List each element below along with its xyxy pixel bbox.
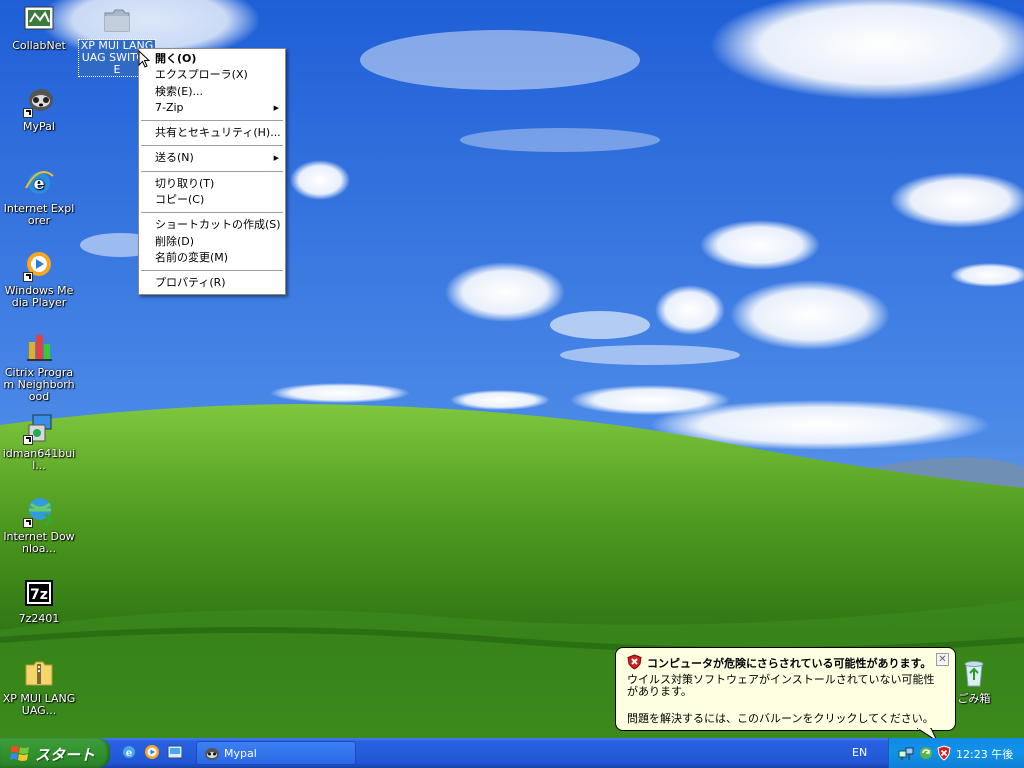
shortcut-arrow-icon bbox=[23, 435, 33, 445]
menu-item-7zip[interactable]: 7-Zip ▶ bbox=[139, 100, 285, 116]
desktop-icon-idman[interactable]: idman641buil... bbox=[1, 413, 77, 472]
desktop-icon-xp-mui-language-zip[interactable]: XP MUI LANGUAG... bbox=[1, 658, 77, 717]
menu-item-label: 7-Zip bbox=[155, 100, 184, 114]
folder-icon bbox=[101, 5, 133, 37]
quicklaunch-media-player-icon[interactable] bbox=[144, 744, 160, 760]
context-menu: 開く(O) エクスプローラ(X) 検索(E)... 7-Zip ▶ 共有とセキュリ… bbox=[138, 48, 286, 295]
desktop-icon-internet-explorer[interactable]: e Internet Explorer bbox=[1, 168, 77, 227]
shortcut-arrow-icon bbox=[23, 272, 33, 282]
zip-folder-icon bbox=[23, 658, 55, 690]
mypal-icon bbox=[23, 86, 55, 118]
desktop-icon-citrix[interactable]: Citrix Program Neighborhood bbox=[1, 332, 77, 403]
menu-item-label: 検索(E)... bbox=[155, 84, 204, 98]
security-balloon[interactable]: コンピュータが危険にさらされている可能性があります。 ✕ ウイルス対策ソフトウェ… bbox=[615, 647, 956, 742]
desktop-icon-label: idman641buil... bbox=[2, 447, 76, 472]
start-button[interactable]: スタート bbox=[0, 738, 110, 768]
balloon-message: ウイルス対策ソフトウェアがインストールされていない可能性があります。 bbox=[627, 673, 935, 698]
security-shield-icon bbox=[627, 654, 642, 673]
shortcut-arrow-icon bbox=[23, 518, 33, 528]
quicklaunch-show-desktop-icon[interactable] bbox=[167, 744, 183, 760]
internet-explorer-icon: e bbox=[23, 168, 55, 200]
download-manager-globe-icon bbox=[23, 496, 55, 528]
balloon-close-button[interactable]: ✕ bbox=[936, 653, 949, 666]
menu-item-send-to[interactable]: 送る(N) ▶ bbox=[139, 150, 285, 166]
menu-item-explore[interactable]: エクスプローラ(X) bbox=[139, 67, 285, 83]
desktop-icon-internet-download-manager[interactable]: Internet Downloa... bbox=[1, 496, 77, 555]
security-alert-tray-icon[interactable] bbox=[936, 745, 952, 761]
submenu-arrow-icon: ▶ bbox=[273, 103, 279, 112]
mouse-cursor-icon bbox=[138, 49, 151, 72]
menu-item-label: 共有とセキュリティ(H)... bbox=[155, 126, 281, 140]
menu-separator bbox=[141, 170, 283, 172]
system-clock[interactable]: 12:23 午後 bbox=[956, 746, 1013, 762]
menu-separator bbox=[141, 212, 283, 214]
desktop-icon-label: Internet Explorer bbox=[3, 202, 75, 227]
menu-item-label: 切り取り(T) bbox=[155, 176, 215, 190]
taskbar-button-mypal[interactable]: Mypal bbox=[196, 741, 356, 765]
mypal-icon bbox=[204, 746, 220, 765]
desktop-icon-7z2401[interactable]: 7z 7z2401 bbox=[1, 578, 77, 625]
desktop-icon-label: MyPal bbox=[23, 120, 55, 133]
menu-separator bbox=[141, 145, 283, 147]
svg-text:7z: 7z bbox=[30, 587, 48, 603]
desktop-icon-label: Windows Media Player bbox=[4, 284, 74, 309]
start-button-label: スタート bbox=[35, 746, 96, 764]
collabnet-icon bbox=[23, 5, 55, 37]
menu-item-search[interactable]: 検索(E)... bbox=[139, 84, 285, 100]
menu-item-label: 削除(D) bbox=[155, 234, 195, 248]
desktop-icon-collabnet[interactable]: CollabNet bbox=[1, 5, 77, 52]
menu-separator bbox=[141, 120, 283, 122]
svg-text:e: e bbox=[126, 748, 132, 759]
desktop-icon-windows-media-player[interactable]: Windows Media Player bbox=[1, 250, 77, 309]
desktop-icon-mypal[interactable]: MyPal bbox=[1, 86, 77, 133]
shortcut-arrow-icon bbox=[23, 108, 33, 118]
installer-icon bbox=[23, 413, 55, 445]
windows-flag-icon bbox=[10, 744, 30, 766]
menu-item-label: コピー(C) bbox=[155, 193, 205, 207]
update-tray-icon[interactable] bbox=[918, 745, 934, 761]
menu-item-label: 送る(N) bbox=[155, 151, 194, 165]
submenu-arrow-icon: ▶ bbox=[273, 154, 279, 163]
language-indicator[interactable]: EN bbox=[852, 746, 867, 759]
menu-item-label: ショートカットの作成(S) bbox=[155, 218, 281, 232]
media-player-icon bbox=[23, 250, 55, 282]
menu-separator bbox=[141, 270, 283, 272]
taskbar-button-label: Mypal bbox=[224, 747, 257, 760]
menu-item-properties[interactable]: プロパティ(R) bbox=[139, 275, 285, 291]
network-tray-icon[interactable] bbox=[898, 745, 914, 761]
desktop-icon-label: CollabNet bbox=[12, 39, 66, 52]
system-tray: 12:23 午後 bbox=[888, 738, 1024, 768]
balloon-action-text: 問題を解決するには、このバルーンをクリックしてください。 bbox=[627, 712, 934, 725]
menu-item-delete[interactable]: 削除(D) bbox=[139, 234, 285, 250]
desktop-icon-label: Internet Downloa... bbox=[3, 530, 75, 555]
menu-item-label: プロパティ(R) bbox=[155, 276, 226, 290]
desktop-icon-label: 7z2401 bbox=[18, 612, 60, 625]
desktop-icon-label: Citrix Program Neighborhood bbox=[3, 366, 75, 403]
svg-text:e: e bbox=[34, 174, 45, 194]
menu-item-create-shortcut[interactable]: ショートカットの作成(S) bbox=[139, 217, 285, 233]
seven-zip-icon: 7z bbox=[23, 578, 55, 610]
citrix-buildings-icon bbox=[23, 332, 55, 364]
menu-item-rename[interactable]: 名前の変更(M) bbox=[139, 250, 285, 266]
menu-item-copy[interactable]: コピー(C) bbox=[139, 192, 285, 208]
menu-item-open[interactable]: 開く(O) bbox=[139, 51, 285, 67]
menu-item-cut[interactable]: 切り取り(T) bbox=[139, 176, 285, 192]
quicklaunch-internet-explorer-icon[interactable]: e bbox=[121, 744, 137, 760]
menu-item-sharing-security[interactable]: 共有とセキュリティ(H)... bbox=[139, 125, 285, 141]
recycle-bin-icon bbox=[958, 658, 990, 690]
balloon-title: コンピュータが危険にさらされている可能性があります。 bbox=[647, 657, 932, 670]
menu-item-label: 開く(O) bbox=[155, 52, 197, 65]
desktop-icon-label: XP MUI LANGUAG... bbox=[2, 692, 76, 717]
menu-item-label: 名前の変更(M) bbox=[155, 250, 229, 264]
menu-item-label: エクスプローラ(X) bbox=[155, 68, 248, 82]
taskbar: スタート e Mypal EN 12:23 午後 bbox=[0, 738, 1024, 768]
